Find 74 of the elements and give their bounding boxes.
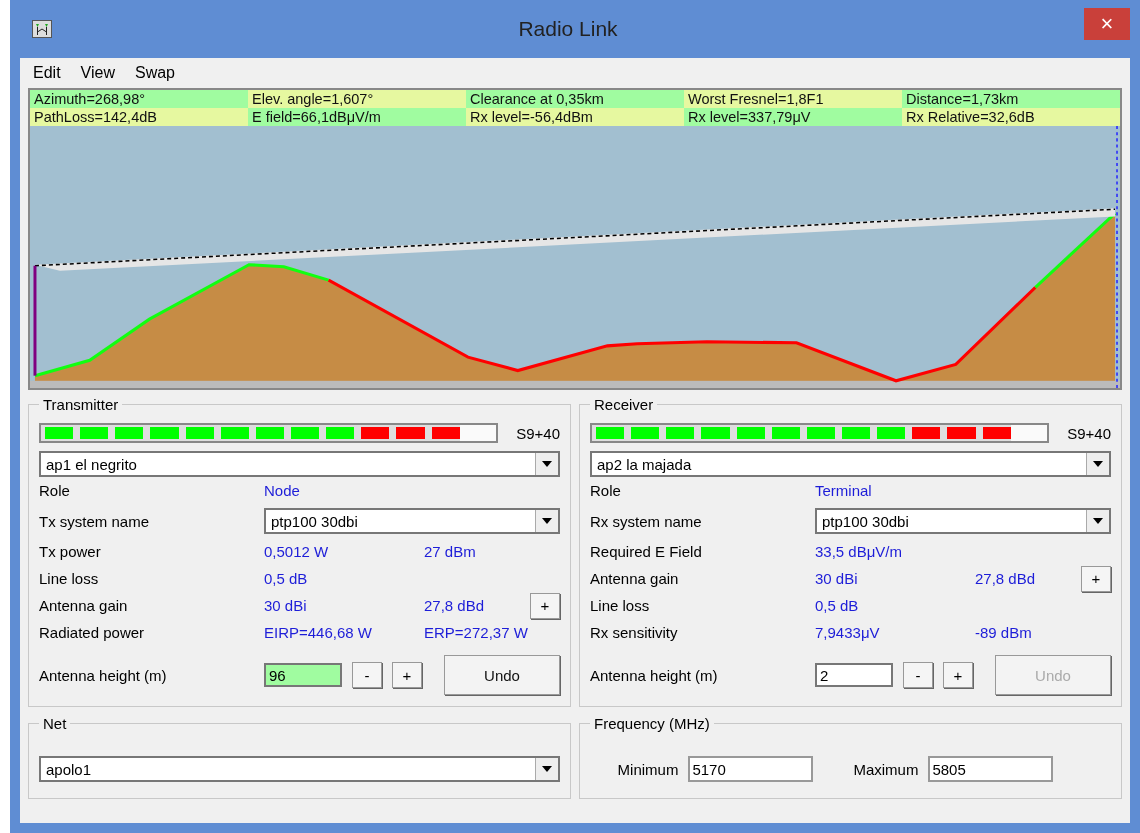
field-label: Minimum [617,760,679,778]
field-value: 33,5 dBμV/m [815,543,904,560]
field-label: Role [590,482,622,499]
field-value: Terminal [815,482,873,499]
field-label: Tx power [39,543,102,560]
field-label: Radiated power [39,624,146,641]
dropdown-arrow-icon [1093,518,1103,524]
info-cell: Elev. angle=1,607° [248,90,466,108]
increase-button[interactable]: + [943,662,973,688]
maximum-field[interactable]: 5805 [928,756,1054,782]
dropdown-arrow-icon [1093,461,1103,467]
field-label: Maximum [853,760,919,778]
unit-dropdown[interactable]: ap1 el negrito [39,451,560,477]
increase-button[interactable]: + [1081,565,1111,592]
field-label: Tx system name [39,512,151,530]
field-label: Required E Field [590,543,703,560]
dropdown-arrow-icon [542,518,552,524]
net-dropdown[interactable]: apolo1 [39,756,560,782]
field-value: 27,8 dBd [424,597,486,614]
field-label: Rx sensitivity [590,624,679,641]
info-cell: PathLoss=142,4dB [30,108,248,126]
window-title: Radio Link [517,17,619,41]
field-value: 0,5012 W [264,543,330,560]
field-label: Line loss [590,597,651,614]
info-cell: Rx Relative=32,6dB [902,108,1120,126]
field-value: -89 dBm [975,624,1033,641]
field-label: Line loss [39,570,100,587]
field-value: Node [264,482,301,499]
minimum-field[interactable]: 5170 [688,756,814,782]
dropdown-arrow-icon [542,461,552,467]
info-cell: Rx level=337,79μV [684,108,902,126]
unit-dropdown[interactable]: ap2 la majada [590,451,1111,477]
menu-item[interactable]: Edit [33,64,61,82]
field-value: 0,5 dB [815,597,860,614]
field-label: Antenna height (m) [590,666,719,684]
info-cell: Clearance at 0,35km [466,90,684,108]
field-value: 30 dBi [264,597,308,614]
meter-reading: S9+40 [515,424,560,442]
field-label: Role [39,482,71,499]
menu-item[interactable]: View [80,64,115,82]
antenna-icon [32,20,52,38]
menu-item[interactable]: Swap [134,64,175,82]
field-label: Antenna gain [39,597,129,614]
field-value: 7,9433μV [815,624,881,641]
field-label: Antenna height (m) [39,666,168,684]
field-value: EIRP=446,68 W [264,624,373,641]
field-value: 30 dBi [815,570,859,587]
panel-title: Transmitter [42,396,120,413]
field-value: 0,5 dB [264,570,309,587]
info-cell: Worst Fresnel=1,8F1 [684,90,902,108]
antenna-height-field[interactable]: 96 [264,663,342,687]
meter-reading: S9+40 [1066,424,1111,442]
field-label: Antenna gain [590,570,680,587]
system-dropdown[interactable]: ptp100 30dbi [264,508,560,534]
info-cell: E field=66,1dBμV/m [248,108,466,126]
decrease-button[interactable]: - [903,662,933,688]
info-cell: Distance=1,73km [902,90,1120,108]
field-value: 27,8 dBd [975,570,1037,587]
dropdown-arrow-icon [542,766,552,772]
antenna-height-field[interactable]: 2 [815,663,893,687]
panel-title: Receiver [593,396,655,413]
close-button[interactable]: × [1084,8,1130,40]
panel-title: Frequency (MHz) [593,715,711,732]
panel-title: Net [42,715,68,732]
info-cell: Rx level=-56,4dBm [466,108,684,126]
field-value: ERP=272,37 W [424,624,529,641]
increase-button[interactable]: + [392,662,422,688]
info-cell: Azimuth=268,98° [30,90,248,108]
field-label: Rx system name [590,512,703,530]
undo-button[interactable]: Undo [444,655,560,695]
decrease-button[interactable]: - [352,662,382,688]
system-dropdown[interactable]: ptp100 30dbi [815,508,1111,534]
field-value: 27 dBm [424,543,477,560]
increase-button[interactable]: + [530,592,560,619]
